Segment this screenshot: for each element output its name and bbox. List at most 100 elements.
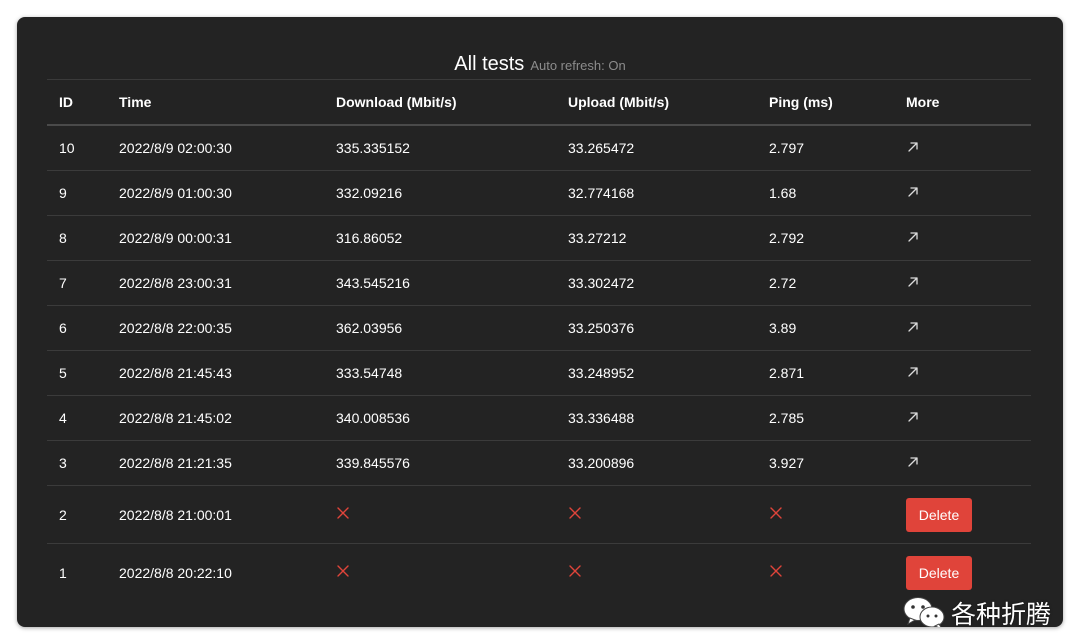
cell-id: 6 <box>47 305 107 351</box>
cell-id: 10 <box>47 125 107 171</box>
x-mark-icon <box>336 564 350 578</box>
cell-more <box>894 395 1031 441</box>
cell-more <box>894 215 1031 261</box>
column-header-id[interactable]: ID <box>47 80 107 126</box>
x-mark-icon <box>769 506 783 520</box>
cell-ping: 2.792 <box>757 215 894 261</box>
cell-time: 2022/8/8 21:45:02 <box>107 395 324 441</box>
column-header-download[interactable]: Download (Mbit/s) <box>324 80 556 126</box>
cell-upload: 33.302472 <box>556 260 757 306</box>
x-mark-icon <box>568 506 582 520</box>
cell-time: 2022/8/9 01:00:30 <box>107 170 324 216</box>
cell-time: 2022/8/8 21:21:35 <box>107 440 324 486</box>
table-header: ID Time Download (Mbit/s) Upload (Mbit/s… <box>47 79 1031 126</box>
cell-id: 9 <box>47 170 107 216</box>
table-row: 2 2022/8/8 21:00:01 Delete <box>47 485 1031 544</box>
cell-upload: 33.250376 <box>556 305 757 351</box>
wechat-icon <box>903 597 945 627</box>
cell-id: 3 <box>47 440 107 486</box>
cell-time: 2022/8/8 21:45:43 <box>107 350 324 396</box>
x-mark-icon <box>336 506 350 520</box>
cell-upload: 33.200896 <box>556 440 757 486</box>
cell-id: 1 <box>59 564 67 581</box>
tests-table: ID Time Download (Mbit/s) Upload (Mbit/s… <box>47 79 1031 601</box>
watermark-text: 各种折腾 <box>951 601 1052 627</box>
table-row: 9 2022/8/9 01:00:30 332.09216 32.774168 1.68 <box>47 170 1031 216</box>
page-title: All tests <box>454 53 525 75</box>
cell-ping: 2.72 <box>757 260 894 306</box>
cell-ping: 1.68 <box>757 170 894 216</box>
column-header-time[interactable]: Time <box>107 80 324 126</box>
cell-time: 2022/8/9 00:00:31 <box>107 215 324 261</box>
cell-upload <box>556 485 757 544</box>
cell-more <box>894 350 1031 396</box>
arrow-up-right-icon[interactable] <box>906 455 920 469</box>
cell-id: 5 <box>47 350 107 396</box>
watermark: 各种折腾 <box>903 593 1051 627</box>
column-header-ping[interactable]: Ping (ms) <box>757 80 894 126</box>
delete-button[interactable]: Delete <box>906 555 972 590</box>
arrow-up-right-icon[interactable] <box>906 185 920 199</box>
cell-more <box>894 305 1031 351</box>
table-header-row: ID Time Download (Mbit/s) Upload (Mbit/s… <box>47 79 1031 126</box>
cell-download: 332.09216 <box>324 170 556 216</box>
cell-id: 8 <box>47 215 107 261</box>
arrow-up-right-icon[interactable] <box>906 320 920 334</box>
cell-download: 316.86052 <box>324 215 556 261</box>
cell-download: 333.54748 <box>324 350 556 396</box>
cell-ping: 3.89 <box>757 305 894 351</box>
table-row: 1 2022/8/8 20:22:10 Delete <box>47 544 1031 602</box>
panel-header: All tests Auto refresh: On <box>17 53 1063 76</box>
x-mark-icon <box>568 564 582 578</box>
arrow-up-right-icon[interactable] <box>906 230 920 244</box>
cell-upload: 33.265472 <box>556 125 757 171</box>
auto-refresh-status: Auto refresh: On <box>530 58 626 73</box>
cell-download: 339.845576 <box>324 440 556 486</box>
tests-panel: All tests Auto refresh: On ID Time Downlo… <box>17 17 1063 627</box>
table-body: 10 2022/8/9 02:00:30 335.335152 33.265472 2.… <box>47 125 1031 601</box>
cell-more: Delete <box>894 485 1031 544</box>
cell-ping: 2.797 <box>757 125 894 171</box>
table-row: 4 2022/8/8 21:45:02 340.008536 33.336488 2.7… <box>47 395 1031 441</box>
cell-id: 4 <box>47 395 107 441</box>
cell-download <box>324 485 556 544</box>
cell-time: 2022/8/9 02:00:30 <box>107 125 324 171</box>
arrow-up-right-icon[interactable] <box>906 410 920 424</box>
cell-id: 7 <box>47 260 107 306</box>
table-row: 6 2022/8/8 22:00:35 362.03956 33.250376 3.89 <box>47 305 1031 351</box>
cell-ping <box>757 485 894 544</box>
cell-upload: 33.27212 <box>556 215 757 261</box>
cell-upload: 32.774168 <box>556 170 757 216</box>
cell-more <box>894 125 1031 171</box>
table-row: 7 2022/8/8 23:00:31 343.545216 33.302472 2.7… <box>47 260 1031 306</box>
cell-more <box>894 170 1031 216</box>
cell-time: 2022/8/8 23:00:31 <box>107 260 324 306</box>
cell-id: 2 <box>47 485 107 544</box>
cell-more <box>894 260 1031 306</box>
table-row: 10 2022/8/9 02:00:30 335.335152 33.265472 2.… <box>47 125 1031 171</box>
table-row: 8 2022/8/9 00:00:31 316.86052 33.27212 2.792 <box>47 215 1031 261</box>
cell-ping: 3.927 <box>757 440 894 486</box>
cell-download: 340.008536 <box>324 395 556 441</box>
cell-upload: 33.248952 <box>556 350 757 396</box>
x-mark-icon <box>769 564 783 578</box>
arrow-up-right-icon[interactable] <box>906 140 920 154</box>
cell-download: 335.335152 <box>324 125 556 171</box>
cell-ping <box>757 544 894 602</box>
column-header-upload[interactable]: Upload (Mbit/s) <box>556 80 757 126</box>
cell-time: 2022/8/8 22:00:35 <box>107 305 324 351</box>
cell-ping: 2.871 <box>757 350 894 396</box>
cell-upload <box>556 544 757 602</box>
table-row: 5 2022/8/8 21:45:43 333.54748 33.248952 2.87… <box>47 350 1031 396</box>
cell-time: 2022/8/8 21:00:01 <box>107 485 324 544</box>
delete-button[interactable]: Delete <box>906 497 972 532</box>
cell-download: 362.03956 <box>324 305 556 351</box>
cell-time: 2022/8/8 20:22:10 <box>119 564 232 581</box>
cell-download: 343.545216 <box>324 260 556 306</box>
cell-more <box>894 440 1031 486</box>
cell-ping: 2.785 <box>757 395 894 441</box>
arrow-up-right-icon[interactable] <box>906 365 920 379</box>
arrow-up-right-icon[interactable] <box>906 275 920 289</box>
table-row: 3 2022/8/8 21:21:35 339.845576 33.200896 3.9… <box>47 440 1031 486</box>
cell-download <box>324 544 556 602</box>
